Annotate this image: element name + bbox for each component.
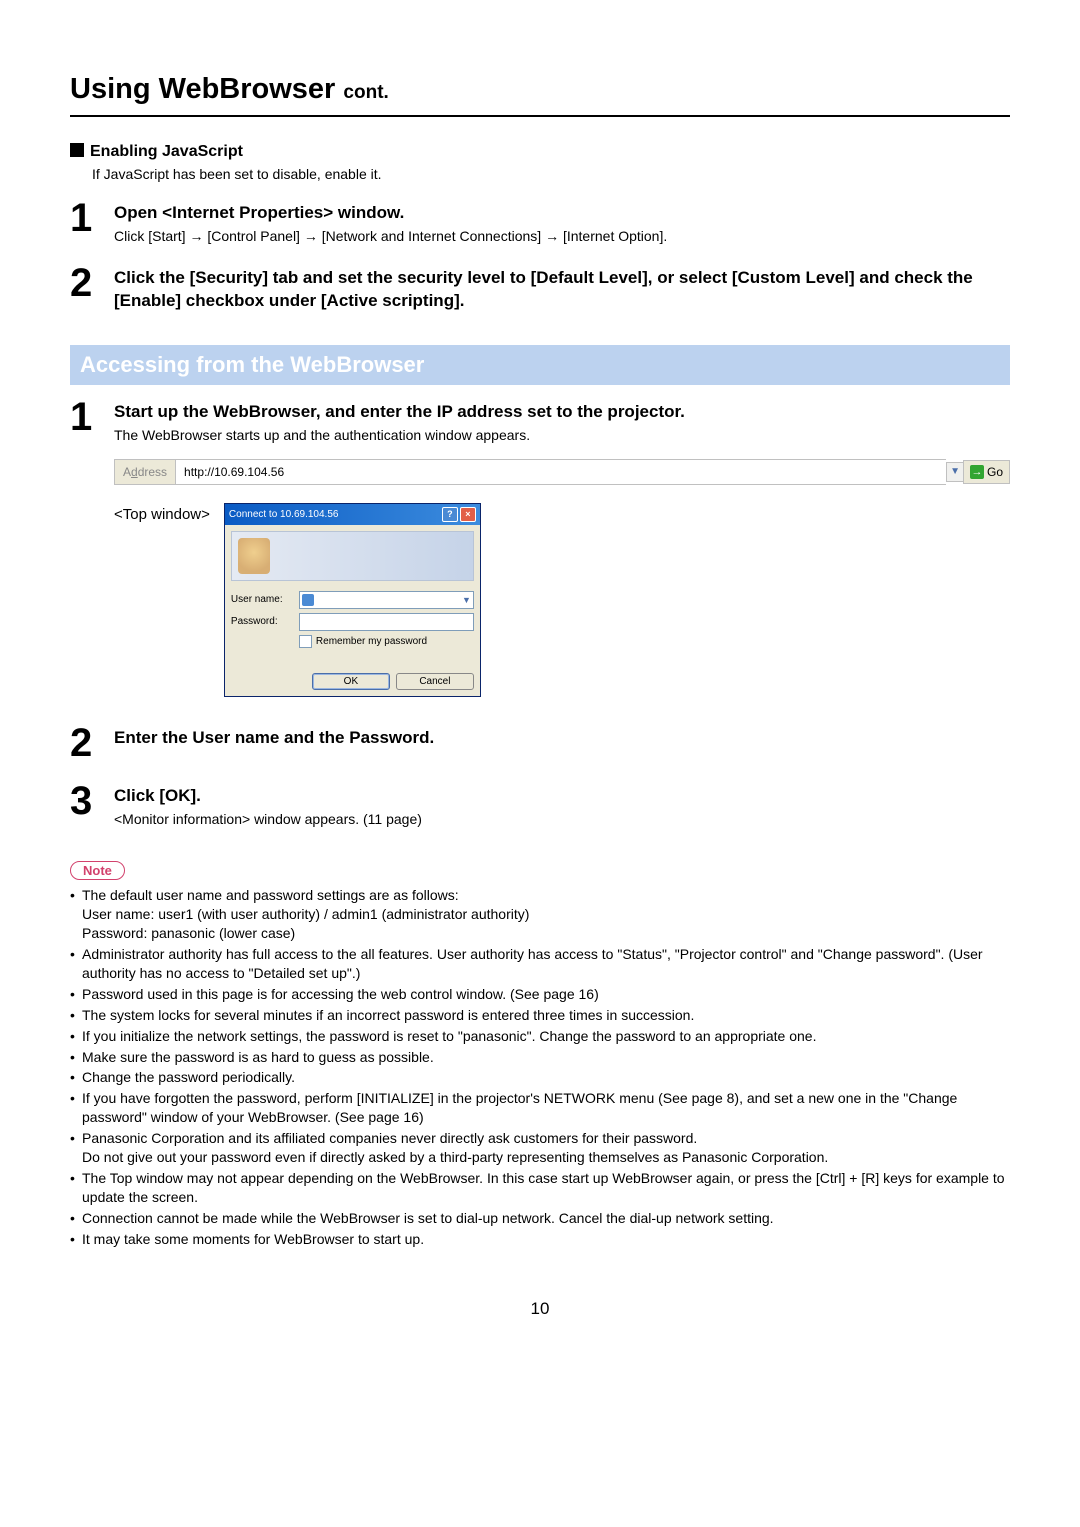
note-item: Administrator authority has full access … [70,945,1010,983]
step-number: 2 [70,263,114,303]
dialog-title: Connect to 10.69.104.56 [229,508,339,522]
help-icon[interactable]: ? [442,507,458,522]
step-desc: The WebBrowser starts up and the authent… [114,426,1010,445]
note-item: Panasonic Corporation and its affiliated… [70,1129,1010,1167]
note-item: Connection cannot be made while the WebB… [70,1209,1010,1228]
note-item: The Top window may not appear depending … [70,1169,1010,1207]
chevron-down-icon[interactable]: ▼ [462,594,471,606]
js-step-1: 1 Open <Internet Properties> window. Cli… [70,198,1010,246]
note-item: The system locks for several minutes if … [70,1006,1010,1025]
note-item: It may take some moments for WebBrowser … [70,1230,1010,1249]
step-title: Click the [Security] tab and set the sec… [114,267,1010,313]
page-number: 10 [70,1298,1010,1321]
step-title: Open <Internet Properties> window. [114,202,1010,225]
acc-step-3: 3 Click [OK]. <Monitor information> wind… [70,781,1010,829]
username-label: User name: [231,593,293,607]
go-label: Go [987,464,1003,480]
address-input[interactable]: http://10.69.104.56 [175,459,946,485]
js-step-2: 2 Click the [Security] tab and set the s… [70,263,1010,315]
step-number: 2 [70,723,114,763]
cancel-button[interactable]: Cancel [396,673,474,691]
remember-label: Remember my password [316,635,427,649]
address-bar: Address http://10.69.104.56 ▼ → Go [114,459,1010,485]
go-arrow-icon: → [970,465,984,479]
step-number: 1 [70,397,114,437]
note-item: Change the password periodically. [70,1068,1010,1087]
user-icon [302,594,314,606]
page-title: Using WebBrowser cont. [70,70,1010,117]
go-button[interactable]: → Go [963,460,1010,484]
address-dropdown-icon[interactable]: ▼ [946,462,963,482]
step-title: Click [OK]. [114,785,1010,808]
remember-checkbox[interactable] [299,635,312,648]
title-cont: cont. [343,82,388,103]
step-number: 3 [70,781,114,821]
dialog-banner [231,531,474,581]
square-icon [70,143,84,157]
note-item: Make sure the password is as hard to gue… [70,1048,1010,1067]
step-desc: <Monitor information> window appears. (1… [114,810,1010,829]
note-badge: Note [70,861,125,881]
note-item: Password used in this page is for access… [70,985,1010,1004]
step-title: Enter the User name and the Password. [114,727,1010,750]
top-window-label: <Top window> [114,503,210,525]
note-item: If you have forgotten the password, perf… [70,1089,1010,1127]
step-desc: Click [Start] → [Control Panel] → [Netwo… [114,227,1010,246]
password-input[interactable] [299,613,474,631]
dialog-titlebar: Connect to 10.69.104.56 ? × [225,504,480,525]
address-label: Address [114,459,175,485]
password-label: Password: [231,615,293,629]
title-main: Using WebBrowser [70,73,335,105]
section-heading: Accessing from the WebBrowser [70,345,1010,385]
ok-button[interactable]: OK [312,673,390,691]
js-heading-text: Enabling JavaScript [90,143,243,160]
key-icon [238,538,270,574]
note-item: The default user name and password setti… [70,886,1010,943]
js-subheading: Enabling JavaScript [70,141,1010,163]
notes-list: The default user name and password setti… [70,886,1010,1248]
note-item: If you initialize the network settings, … [70,1027,1010,1046]
close-icon[interactable]: × [460,507,476,522]
js-desc: If JavaScript has been set to disable, e… [92,165,1010,184]
step-number: 1 [70,198,114,238]
acc-step-1: 1 Start up the WebBrowser, and enter the… [70,397,1010,697]
username-input[interactable]: ▼ [299,591,474,609]
auth-dialog: Connect to 10.69.104.56 ? × User name: [224,503,481,697]
step-title: Start up the WebBrowser, and enter the I… [114,401,1010,424]
acc-step-2: 2 Enter the User name and the Password. [70,723,1010,763]
